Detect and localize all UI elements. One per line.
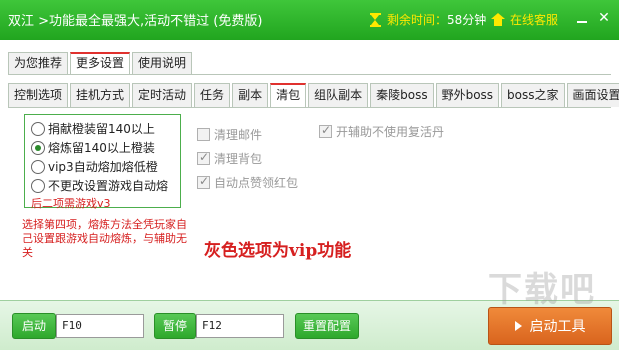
radio-button[interactable] (31, 159, 45, 174)
radio-label: vip3自动熔加熔低橙 (48, 160, 158, 174)
start-button[interactable]: 启动 (12, 313, 56, 339)
radio-smelt-keep-140[interactable]: 熔炼留140以上橙装 (31, 139, 155, 156)
pause-hotkey-field[interactable]: F12 (196, 314, 284, 338)
checkbox[interactable] (319, 123, 332, 138)
radio-label: 熔炼留140以上橙装 (48, 141, 155, 155)
smelt-options-group: 捐献橙装留140以上 熔炼留140以上橙装 vip3自动熔加熔低橙 不更改设置游… (24, 114, 181, 210)
remaining-time-label: 剩余时间： (387, 13, 448, 27)
tab-clear-bag[interactable]: 清包 (270, 83, 307, 107)
radio-donate-orange[interactable]: 捐献橙装留140以上 (31, 120, 155, 137)
window-title: 双江 >功能最全最强大,活动不错过 (免费版) (8, 14, 263, 29)
checkbox[interactable] (197, 174, 210, 189)
play-icon (514, 321, 522, 331)
checkbox-clear-mail[interactable]: 清理邮件 (197, 126, 262, 143)
checkbox[interactable] (197, 150, 210, 165)
radio-button[interactable] (31, 140, 45, 155)
checkbox-no-revive-pill[interactable]: 开辅助不使用复活丹 (319, 123, 444, 140)
options-footnote: 后二项需游戏v3 (31, 197, 111, 210)
radio-label: 捐献橙装留140以上 (48, 122, 155, 136)
checkbox-label: 清理邮件 (214, 128, 263, 142)
remaining-time-value: 58分钟 (447, 13, 487, 27)
tab-display-settings[interactable]: 画面设置 (566, 83, 619, 107)
divider (8, 107, 611, 108)
main-panel: 为您推荐 更多设置 使用说明 控制选项 挂机方式 定时活动 任务 副本 清包 组… (0, 40, 619, 300)
home-icon (491, 13, 505, 26)
radio-label: 不更改设置游戏自动熔 (48, 179, 169, 193)
hourglass-icon (370, 12, 381, 27)
launch-tool-button[interactable]: 启动工具 (488, 307, 612, 345)
tab-recommend[interactable]: 为您推荐 (8, 52, 69, 74)
tab-qinling-boss[interactable]: 秦陵boss (370, 83, 434, 107)
divider (8, 74, 611, 75)
tab-afk-mode[interactable]: 挂机方式 (70, 83, 131, 107)
tab-dungeon[interactable]: 副本 (232, 83, 269, 107)
tab-instructions[interactable]: 使用说明 (132, 52, 193, 74)
tab-more-settings[interactable]: 更多设置 (70, 52, 131, 74)
checkbox-auto-like[interactable]: 自动点赞领红包 (197, 174, 298, 191)
launch-tool-label: 启动工具 (529, 319, 586, 335)
vip-note: 灰色选项为vip功能 (204, 241, 352, 261)
radio-button[interactable] (31, 121, 45, 136)
tab-field-boss[interactable]: 野外boss (435, 83, 500, 107)
pause-button[interactable]: 暂停 (154, 313, 196, 339)
close-button[interactable]: ✕ (596, 10, 612, 26)
tab-tasks[interactable]: 任务 (194, 83, 231, 107)
online-service-label: 在线客服 (510, 13, 559, 27)
start-hotkey-field[interactable]: F10 (56, 314, 144, 338)
checkbox-label: 自动点赞领红包 (214, 176, 299, 190)
watermark-logo: 下载吧 (488, 270, 596, 310)
checkbox-clear-bag[interactable]: 清理背包 (197, 150, 262, 167)
top-tab-bar: 为您推荐 更多设置 使用说明 (8, 52, 194, 74)
remaining-time: 剩余时间： 58分钟 (370, 11, 486, 28)
smelt-warning-note: 选择第四项，熔炼方法全凭玩家自己设置跟游戏自动熔炼，与辅助无关 (22, 218, 187, 259)
checkbox-label: 开辅助不使用复活丹 (336, 125, 445, 139)
reset-config-button[interactable]: 重置配置 (295, 313, 359, 339)
checkbox[interactable] (197, 128, 210, 141)
tab-boss-home[interactable]: boss之家 (501, 83, 565, 107)
radio-button[interactable] (31, 178, 45, 193)
checkbox-label: 清理背包 (214, 152, 263, 166)
title-bar: 双江 >功能最全最强大,活动不错过 (免费版) 剩余时间： 58分钟 在线客服 … (0, 0, 619, 40)
tab-team-dungeon[interactable]: 组队副本 (308, 83, 369, 107)
online-service-link[interactable]: 在线客服 (491, 11, 558, 28)
radio-vip3-auto-smelt[interactable]: vip3自动熔加熔低橙 (31, 158, 158, 175)
sub-tab-bar: 控制选项 挂机方式 定时活动 任务 副本 清包 组队副本 秦陵boss 野外bo… (8, 83, 619, 107)
tab-control-options[interactable]: 控制选项 (8, 83, 69, 107)
minimize-button[interactable] (574, 10, 590, 26)
tab-timed-events[interactable]: 定时活动 (132, 83, 193, 107)
radio-no-change[interactable]: 不更改设置游戏自动熔 (31, 177, 168, 194)
